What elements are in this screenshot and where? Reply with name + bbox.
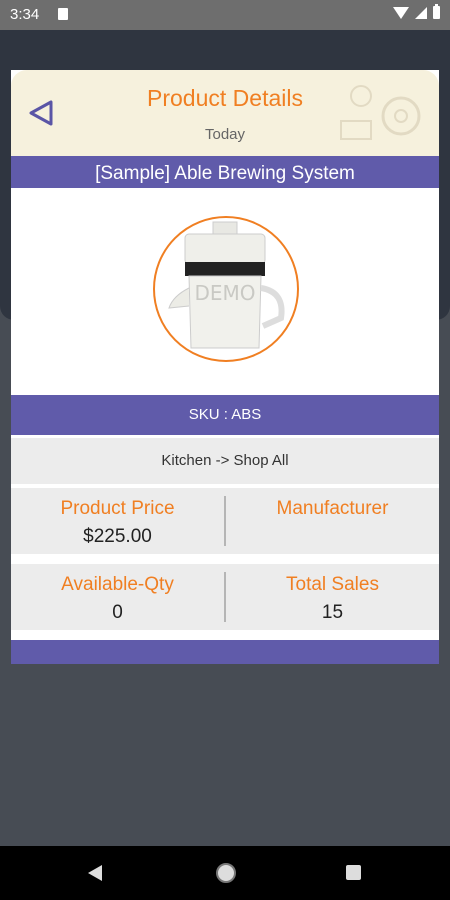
nav-recent-icon[interactable] <box>346 865 361 880</box>
header: Product Details Today <box>11 70 439 156</box>
manufacturer-cell: Manufacturer <box>226 488 439 554</box>
manufacturer-label: Manufacturer <box>276 498 389 519</box>
available-cell: Available-Qty 0 <box>11 564 224 630</box>
page-title: Product Details <box>147 85 303 111</box>
nav-home-icon[interactable] <box>216 863 236 883</box>
category-path: Kitchen -> Shop All <box>11 438 439 484</box>
price-cell: Product Price $225.00 <box>11 488 224 554</box>
wifi-icon <box>393 6 409 19</box>
sales-cell: Total Sales 15 <box>226 564 439 630</box>
product-card: Product Details Today [Sample] Able Brew… <box>11 70 439 640</box>
signal-icon <box>415 6 427 19</box>
sales-value: 15 <box>321 602 344 623</box>
price-value: $225.00 <box>83 526 152 547</box>
qty-sales-row: Available-Qty 0 Total Sales 15 <box>11 564 439 630</box>
battery-icon <box>433 4 440 19</box>
price-label: Product Price <box>60 498 175 519</box>
product-name: [Sample] Able Brewing System <box>11 156 439 188</box>
status-bar: 3:34 <box>0 0 450 30</box>
brewer-image: DEMO <box>168 221 285 349</box>
price-manufacturer-row: Product Price $225.00 Manufacturer <box>11 488 439 554</box>
status-icons <box>393 4 440 19</box>
sales-label: Total Sales <box>286 574 379 595</box>
demo-watermark: DEMO <box>194 281 255 305</box>
sku-bar: SKU : ABS <box>11 395 439 435</box>
nav-back-icon[interactable] <box>88 865 102 881</box>
page-subtitle: Today <box>204 126 246 143</box>
card-footer-bar <box>11 640 439 664</box>
available-label: Available-Qty <box>61 574 174 595</box>
available-value: 0 <box>112 602 123 623</box>
sd-card-icon <box>58 8 68 20</box>
navigation-bar <box>0 846 450 900</box>
product-image[interactable]: DEMO <box>153 216 299 362</box>
status-time: 3:34 <box>10 6 40 23</box>
